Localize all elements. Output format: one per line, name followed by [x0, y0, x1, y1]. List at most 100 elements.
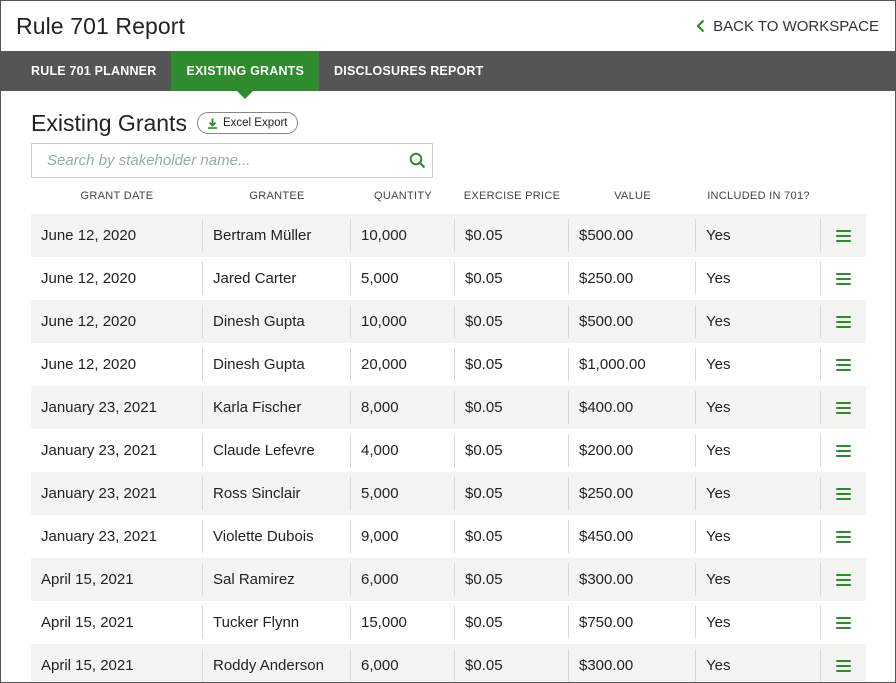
page-title: Rule 701 Report	[16, 12, 185, 39]
excel-export-button[interactable]: Excel Export	[196, 112, 298, 134]
section-title: Existing Grants	[31, 109, 187, 136]
cell-included: Yes	[696, 520, 821, 553]
tab-disclosures-report[interactable]: DISCLOSURES REPORT	[319, 51, 498, 91]
hamburger-menu-icon	[836, 487, 851, 500]
table-header: GRANT DATE GRANTEE QUANTITY EXERCISE PRI…	[31, 178, 866, 214]
cell-exercise-price: $0.05	[455, 606, 569, 639]
hamburger-menu-icon	[836, 272, 851, 285]
cell-value: $300.00	[569, 649, 696, 682]
row-menu-button[interactable]	[821, 434, 866, 467]
cell-grantee: Bertram Müller	[203, 219, 351, 252]
cell-grantee: Claude Lefevre	[203, 434, 351, 467]
hamburger-menu-icon	[836, 530, 851, 543]
column-header-included[interactable]: INCLUDED IN 701?	[696, 190, 821, 202]
cell-value: $400.00	[569, 391, 696, 424]
back-to-workspace-link[interactable]: BACK TO WORKSPACE	[696, 18, 879, 35]
row-menu-button[interactable]	[821, 649, 866, 682]
table-body: June 12, 2020 Bertram Müller 10,000 $0.0…	[31, 214, 866, 682]
cell-grantee: Jared Carter	[203, 262, 351, 295]
cell-grant-date: April 15, 2021	[31, 563, 203, 596]
hamburger-menu-icon	[836, 315, 851, 328]
cell-grant-date: January 23, 2021	[31, 477, 203, 510]
cell-included: Yes	[696, 649, 821, 682]
cell-quantity: 10,000	[351, 219, 455, 252]
cell-grantee: Roddy Anderson	[203, 649, 351, 682]
row-menu-button[interactable]	[821, 305, 866, 338]
cell-quantity: 5,000	[351, 477, 455, 510]
row-menu-button[interactable]	[821, 606, 866, 639]
back-link-label: BACK TO WORKSPACE	[713, 17, 879, 35]
cell-grant-date: January 23, 2021	[31, 391, 203, 424]
row-menu-button[interactable]	[821, 391, 866, 424]
cell-grant-date: June 12, 2020	[31, 305, 203, 338]
hamburger-menu-icon	[836, 444, 851, 457]
cell-included: Yes	[696, 219, 821, 252]
cell-value: $250.00	[569, 477, 696, 510]
download-icon	[207, 118, 217, 129]
cell-included: Yes	[696, 391, 821, 424]
cell-included: Yes	[696, 563, 821, 596]
search-box	[31, 143, 433, 178]
cell-value: $750.00	[569, 606, 696, 639]
cell-quantity: 15,000	[351, 606, 455, 639]
cell-grantee: Ross Sinclair	[203, 477, 351, 510]
row-menu-button[interactable]	[821, 520, 866, 553]
cell-exercise-price: $0.05	[455, 649, 569, 682]
hamburger-menu-icon	[836, 229, 851, 242]
row-menu-button[interactable]	[821, 563, 866, 596]
table-row[interactable]: June 12, 2020 Bertram Müller 10,000 $0.0…	[31, 214, 866, 257]
column-header-value[interactable]: VALUE	[569, 190, 696, 202]
row-menu-button[interactable]	[821, 262, 866, 295]
cell-exercise-price: $0.05	[455, 348, 569, 381]
column-header-grant-date[interactable]: GRANT DATE	[31, 190, 203, 202]
cell-exercise-price: $0.05	[455, 520, 569, 553]
table-row[interactable]: June 12, 2020 Dinesh Gupta 10,000 $0.05 …	[31, 300, 866, 343]
row-menu-button[interactable]	[821, 477, 866, 510]
cell-included: Yes	[696, 434, 821, 467]
tab-existing-grants[interactable]: EXISTING GRANTS	[171, 51, 320, 99]
cell-quantity: 20,000	[351, 348, 455, 381]
table-row[interactable]: April 15, 2021 Sal Ramirez 6,000 $0.05 $…	[31, 558, 866, 601]
table-row[interactable]: April 15, 2021 Roddy Anderson 6,000 $0.0…	[31, 644, 866, 682]
cell-exercise-price: $0.05	[455, 305, 569, 338]
hamburger-menu-icon	[836, 358, 851, 371]
cell-grantee: Tucker Flynn	[203, 606, 351, 639]
table-row[interactable]: April 15, 2021 Tucker Flynn 15,000 $0.05…	[31, 601, 866, 644]
table-row[interactable]: June 12, 2020 Jared Carter 5,000 $0.05 $…	[31, 257, 866, 300]
table-row[interactable]: January 23, 2021 Violette Dubois 9,000 $…	[31, 515, 866, 558]
cell-quantity: 5,000	[351, 262, 455, 295]
table-row[interactable]: January 23, 2021 Claude Lefevre 4,000 $0…	[31, 429, 866, 472]
excel-export-label: Excel Export	[222, 117, 288, 129]
cell-quantity: 4,000	[351, 434, 455, 467]
column-header-quantity[interactable]: QUANTITY	[351, 190, 455, 202]
app-window: Rule 701 Report BACK TO WORKSPACE RULE 7…	[0, 0, 896, 683]
table-row[interactable]: January 23, 2021 Karla Fischer 8,000 $0.…	[31, 386, 866, 429]
table-row[interactable]: June 12, 2020 Dinesh Gupta 20,000 $0.05 …	[31, 343, 866, 386]
cell-quantity: 6,000	[351, 649, 455, 682]
cell-value: $450.00	[569, 520, 696, 553]
tab-rule-701-planner[interactable]: RULE 701 PLANNER	[16, 51, 171, 91]
cell-exercise-price: $0.05	[455, 219, 569, 252]
cell-grantee: Sal Ramirez	[203, 563, 351, 596]
column-header-exercise-price[interactable]: EXERCISE PRICE	[455, 190, 569, 202]
cell-grant-date: April 15, 2021	[31, 606, 203, 639]
cell-value: $200.00	[569, 434, 696, 467]
cell-grant-date: January 23, 2021	[31, 434, 203, 467]
search-button[interactable]	[402, 152, 432, 169]
column-header-grantee[interactable]: GRANTEE	[203, 190, 351, 202]
search-input[interactable]	[47, 152, 402, 169]
row-menu-button[interactable]	[821, 219, 866, 252]
cell-included: Yes	[696, 606, 821, 639]
cell-grantee: Dinesh Gupta	[203, 305, 351, 338]
hamburger-menu-icon	[836, 659, 851, 672]
table-row[interactable]: January 23, 2021 Ross Sinclair 5,000 $0.…	[31, 472, 866, 515]
cell-grant-date: June 12, 2020	[31, 219, 203, 252]
search-icon	[409, 152, 425, 169]
cell-grant-date: June 12, 2020	[31, 262, 203, 295]
cell-grant-date: January 23, 2021	[31, 520, 203, 553]
cell-value: $500.00	[569, 305, 696, 338]
cell-value: $1,000.00	[569, 348, 696, 381]
row-menu-button[interactable]	[821, 348, 866, 381]
cell-value: $500.00	[569, 219, 696, 252]
cell-exercise-price: $0.05	[455, 262, 569, 295]
